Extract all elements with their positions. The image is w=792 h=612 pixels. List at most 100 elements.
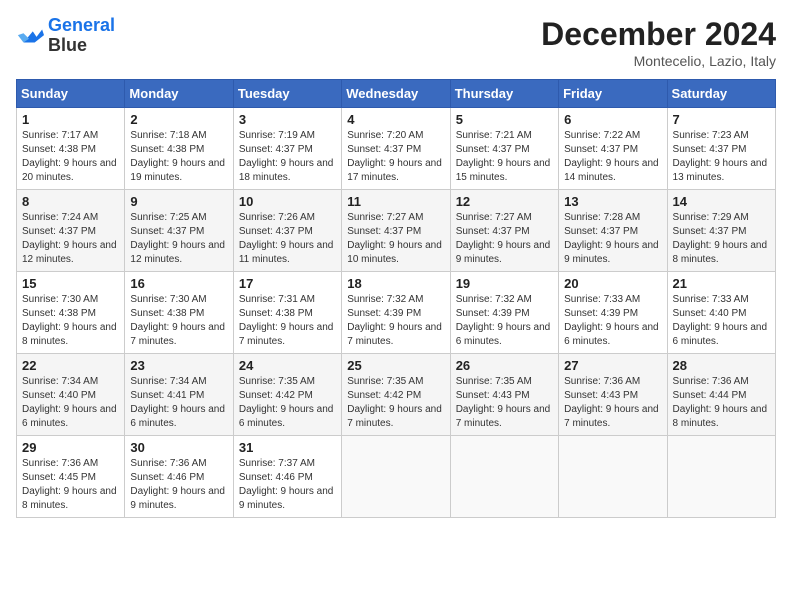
weekday-header-wednesday: Wednesday [342,80,450,108]
calendar-cell: 15 Sunrise: 7:30 AM Sunset: 4:38 PM Dayli… [17,272,125,354]
calendar-cell: 26 Sunrise: 7:35 AM Sunset: 4:43 PM Dayli… [450,354,558,436]
day-info: Sunrise: 7:30 AM Sunset: 4:38 PM Dayligh… [130,293,227,349]
calendar-cell: 3 Sunrise: 7:19 AM Sunset: 4:37 PM Daylig… [233,108,341,190]
weekday-header-saturday: Saturday [667,80,775,108]
day-number: 17 [239,276,336,291]
calendar-cell: 20Sunrise: 7:33 AM Sunset: 4:39 PM Dayli… [559,272,667,354]
day-number: 20 [564,276,661,291]
calendar-cell: 31 Sunrise: 7:37 AM Sunset: 4:46 PM Dayli… [233,436,341,518]
day-number: 5 [456,112,553,127]
day-info: Sunrise: 7:21 AM Sunset: 4:37 PM Dayligh… [456,129,553,185]
day-info: Sunrise: 7:22 AM Sunset: 4:37 PM Dayligh… [564,129,661,185]
calendar-cell: 30Sunrise: 7:36 AM Sunset: 4:46 PM Dayli… [125,436,233,518]
calendar-week-row: 8 Sunrise: 7:24 AM Sunset: 4:37 PM Daylig… [17,190,776,272]
day-number: 15 [22,276,119,291]
calendar-cell: 28 Sunrise: 7:36 AM Sunset: 4:44 PM Dayli… [667,354,775,436]
day-number: 28 [673,358,770,373]
calendar-table: SundayMondayTuesdayWednesdayThursdayFrid… [16,79,776,518]
day-info: Sunrise: 7:32 AM Sunset: 4:39 PM Dayligh… [347,293,444,349]
day-number: 13 [564,194,661,209]
day-info: Sunrise: 7:28 AM Sunset: 4:37 PM Dayligh… [564,211,661,267]
day-number: 16 [130,276,227,291]
calendar-cell: 17 Sunrise: 7:31 AM Sunset: 4:38 PM Dayli… [233,272,341,354]
day-info: Sunrise: 7:20 AM Sunset: 4:37 PM Dayligh… [347,129,444,185]
weekday-header-friday: Friday [559,80,667,108]
calendar-cell: 19 Sunrise: 7:32 AM Sunset: 4:39 PM Dayli… [450,272,558,354]
day-number: 11 [347,194,444,209]
calendar-cell: 14Sunrise: 7:29 AM Sunset: 4:37 PM Dayli… [667,190,775,272]
calendar-cell: 21 Sunrise: 7:33 AM Sunset: 4:40 PM Dayli… [667,272,775,354]
day-info: Sunrise: 7:30 AM Sunset: 4:38 PM Dayligh… [22,293,119,349]
calendar-cell: 22 Sunrise: 7:34 AM Sunset: 4:40 PM Dayli… [17,354,125,436]
calendar-cell: 7 Sunrise: 7:23 AM Sunset: 4:37 PM Daylig… [667,108,775,190]
day-number: 27 [564,358,661,373]
day-number: 8 [22,194,119,209]
day-info: Sunrise: 7:27 AM Sunset: 4:37 PM Dayligh… [347,211,444,267]
calendar-cell: 6Sunrise: 7:22 AM Sunset: 4:37 PM Daylig… [559,108,667,190]
day-info: Sunrise: 7:35 AM Sunset: 4:42 PM Dayligh… [347,375,444,431]
logo-text: GeneralBlue [48,16,115,56]
weekday-header-sunday: Sunday [17,80,125,108]
calendar-cell: 1 Sunrise: 7:17 AM Sunset: 4:38 PM Daylig… [17,108,125,190]
calendar-cell: 8 Sunrise: 7:24 AM Sunset: 4:37 PM Daylig… [17,190,125,272]
calendar-cell: 9Sunrise: 7:25 AM Sunset: 4:37 PM Daylig… [125,190,233,272]
day-number: 4 [347,112,444,127]
day-number: 2 [130,112,227,127]
calendar-cell: 27 Sunrise: 7:36 AM Sunset: 4:43 PM Dayli… [559,354,667,436]
day-info: Sunrise: 7:35 AM Sunset: 4:43 PM Dayligh… [456,375,553,431]
logo: GeneralBlue [16,16,115,56]
day-info: Sunrise: 7:19 AM Sunset: 4:37 PM Dayligh… [239,129,336,185]
day-number: 18 [347,276,444,291]
calendar-cell: 13 Sunrise: 7:28 AM Sunset: 4:37 PM Dayli… [559,190,667,272]
day-info: Sunrise: 7:31 AM Sunset: 4:38 PM Dayligh… [239,293,336,349]
calendar-cell: 5 Sunrise: 7:21 AM Sunset: 4:37 PM Daylig… [450,108,558,190]
day-info: Sunrise: 7:35 AM Sunset: 4:42 PM Dayligh… [239,375,336,431]
title-block: December 2024 Montecelio, Lazio, Italy [541,16,776,69]
day-info: Sunrise: 7:36 AM Sunset: 4:46 PM Dayligh… [130,457,227,513]
calendar-cell: 29 Sunrise: 7:36 AM Sunset: 4:45 PM Dayli… [17,436,125,518]
calendar-cell: 23 Sunrise: 7:34 AM Sunset: 4:41 PM Dayli… [125,354,233,436]
day-info: Sunrise: 7:17 AM Sunset: 4:38 PM Dayligh… [22,129,119,185]
calendar-week-row: 1 Sunrise: 7:17 AM Sunset: 4:38 PM Daylig… [17,108,776,190]
calendar-week-row: 22 Sunrise: 7:34 AM Sunset: 4:40 PM Dayli… [17,354,776,436]
calendar-cell: 12 Sunrise: 7:27 AM Sunset: 4:37 PM Dayli… [450,190,558,272]
day-info: Sunrise: 7:34 AM Sunset: 4:41 PM Dayligh… [130,375,227,431]
day-info: Sunrise: 7:29 AM Sunset: 4:37 PM Dayligh… [673,211,770,267]
day-info: Sunrise: 7:27 AM Sunset: 4:37 PM Dayligh… [456,211,553,267]
page-header: GeneralBlue December 2024 Montecelio, La… [16,16,776,69]
day-number: 25 [347,358,444,373]
calendar-cell: 4 Sunrise: 7:20 AM Sunset: 4:37 PM Daylig… [342,108,450,190]
day-number: 26 [456,358,553,373]
location: Montecelio, Lazio, Italy [541,53,776,69]
day-info: Sunrise: 7:32 AM Sunset: 4:39 PM Dayligh… [456,293,553,349]
day-info: Sunrise: 7:26 AM Sunset: 4:37 PM Dayligh… [239,211,336,267]
calendar-cell: 2 Sunrise: 7:18 AM Sunset: 4:38 PM Daylig… [125,108,233,190]
day-number: 3 [239,112,336,127]
day-info: Sunrise: 7:36 AM Sunset: 4:43 PM Dayligh… [564,375,661,431]
calendar-week-row: 15 Sunrise: 7:30 AM Sunset: 4:38 PM Dayli… [17,272,776,354]
day-number: 12 [456,194,553,209]
day-number: 1 [22,112,119,127]
day-info: Sunrise: 7:18 AM Sunset: 4:38 PM Dayligh… [130,129,227,185]
calendar-cell: 18 Sunrise: 7:32 AM Sunset: 4:39 PM Dayli… [342,272,450,354]
day-info: Sunrise: 7:34 AM Sunset: 4:40 PM Dayligh… [22,375,119,431]
day-number: 31 [239,440,336,455]
day-number: 29 [22,440,119,455]
day-number: 19 [456,276,553,291]
calendar-cell: 10Sunrise: 7:26 AM Sunset: 4:37 PM Dayli… [233,190,341,272]
day-info: Sunrise: 7:36 AM Sunset: 4:44 PM Dayligh… [673,375,770,431]
day-number: 22 [22,358,119,373]
day-info: Sunrise: 7:36 AM Sunset: 4:45 PM Dayligh… [22,457,119,513]
day-number: 7 [673,112,770,127]
day-info: Sunrise: 7:24 AM Sunset: 4:37 PM Dayligh… [22,211,119,267]
day-info: Sunrise: 7:37 AM Sunset: 4:46 PM Dayligh… [239,457,336,513]
day-number: 24 [239,358,336,373]
calendar-cell: 11 Sunrise: 7:27 AM Sunset: 4:37 PM Dayli… [342,190,450,272]
day-number: 23 [130,358,227,373]
calendar-cell: 25 Sunrise: 7:35 AM Sunset: 4:42 PM Dayli… [342,354,450,436]
day-info: Sunrise: 7:33 AM Sunset: 4:40 PM Dayligh… [673,293,770,349]
calendar-cell: 16 Sunrise: 7:30 AM Sunset: 4:38 PM Dayli… [125,272,233,354]
day-info: Sunrise: 7:23 AM Sunset: 4:37 PM Dayligh… [673,129,770,185]
day-number: 21 [673,276,770,291]
month-title: December 2024 [541,16,776,53]
